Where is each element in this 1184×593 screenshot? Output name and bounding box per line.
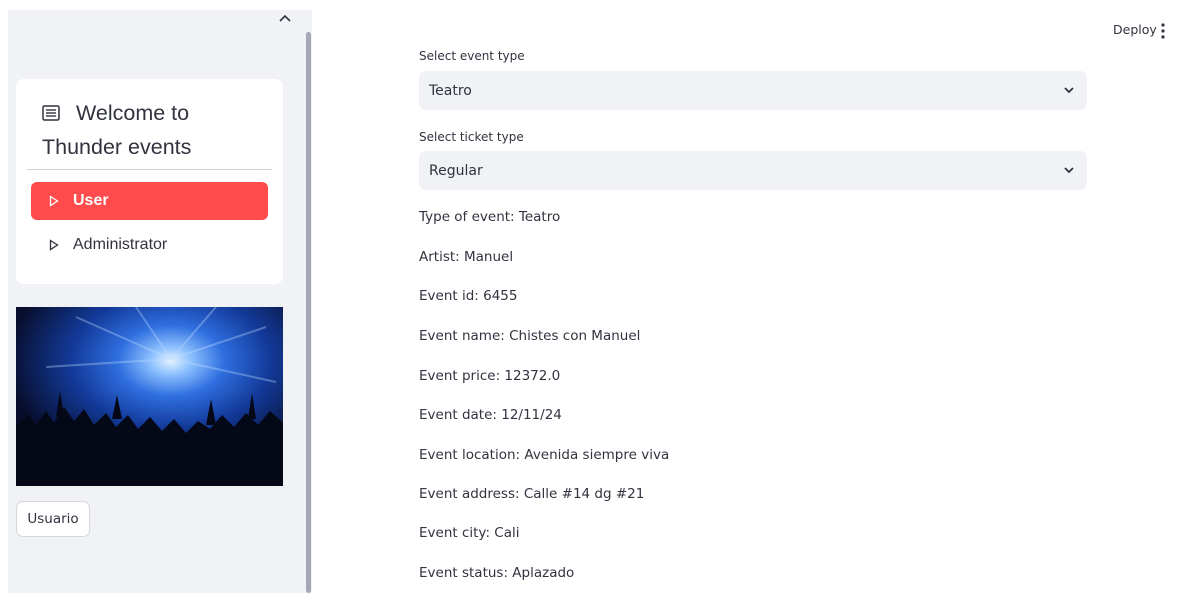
event-type-select[interactable]: Teatro [419, 71, 1087, 110]
menu-title-text: Welcome to Thunder events [42, 101, 192, 159]
event-status-text: Event status: Aplazado [419, 565, 575, 581]
collapse-sidebar-button[interactable] [274, 10, 296, 26]
option-menu: Welcome to Thunder events User Administr… [16, 79, 283, 284]
document-icon [42, 105, 60, 121]
ticket-type-select[interactable]: Regular [419, 151, 1087, 190]
event-price-text: Event price: 12372.0 [419, 368, 561, 384]
menu-item-label: User [73, 192, 109, 209]
event-id-text: Event id: 6455 [419, 288, 518, 304]
event-type-value: Teatro [429, 82, 472, 99]
play-icon [49, 195, 59, 207]
event-location-text: Event location: Avenida siempre viva [419, 447, 670, 463]
concert-image [16, 307, 283, 486]
event-type-label: Select event type [419, 49, 525, 63]
ticket-type-value: Regular [429, 162, 483, 179]
artist-text: Artist: Manuel [419, 249, 514, 265]
play-icon [49, 239, 59, 251]
chevron-down-icon [1064, 167, 1074, 174]
event-name-text: Event name: Chistes con Manuel [419, 328, 641, 344]
menu-item-user[interactable]: User [31, 182, 268, 220]
event-date-text: Event date: 12/11/24 [419, 407, 562, 423]
menu-item-label: Administrator [73, 236, 168, 253]
chevron-up-icon [279, 14, 291, 22]
event-type-text: Type of event: Teatro [419, 209, 561, 225]
menu-title: Welcome to Thunder events [42, 96, 272, 164]
menu-divider [27, 169, 272, 170]
menu-item-administrator[interactable]: Administrator [31, 226, 268, 264]
ticket-type-label: Select ticket type [419, 130, 524, 144]
more-options-icon[interactable] [1158, 22, 1168, 40]
deploy-button[interactable]: Deploy [1113, 22, 1157, 37]
sidebar: Welcome to Thunder events User Administr… [8, 10, 312, 593]
event-city-text: Event city: Cali [419, 525, 520, 541]
chevron-down-icon [1064, 87, 1074, 94]
usuario-button[interactable]: Usuario [16, 501, 90, 537]
sidebar-scrollbar[interactable] [306, 32, 311, 593]
event-address-text: Event address: Calle #14 dg #21 [419, 486, 645, 502]
